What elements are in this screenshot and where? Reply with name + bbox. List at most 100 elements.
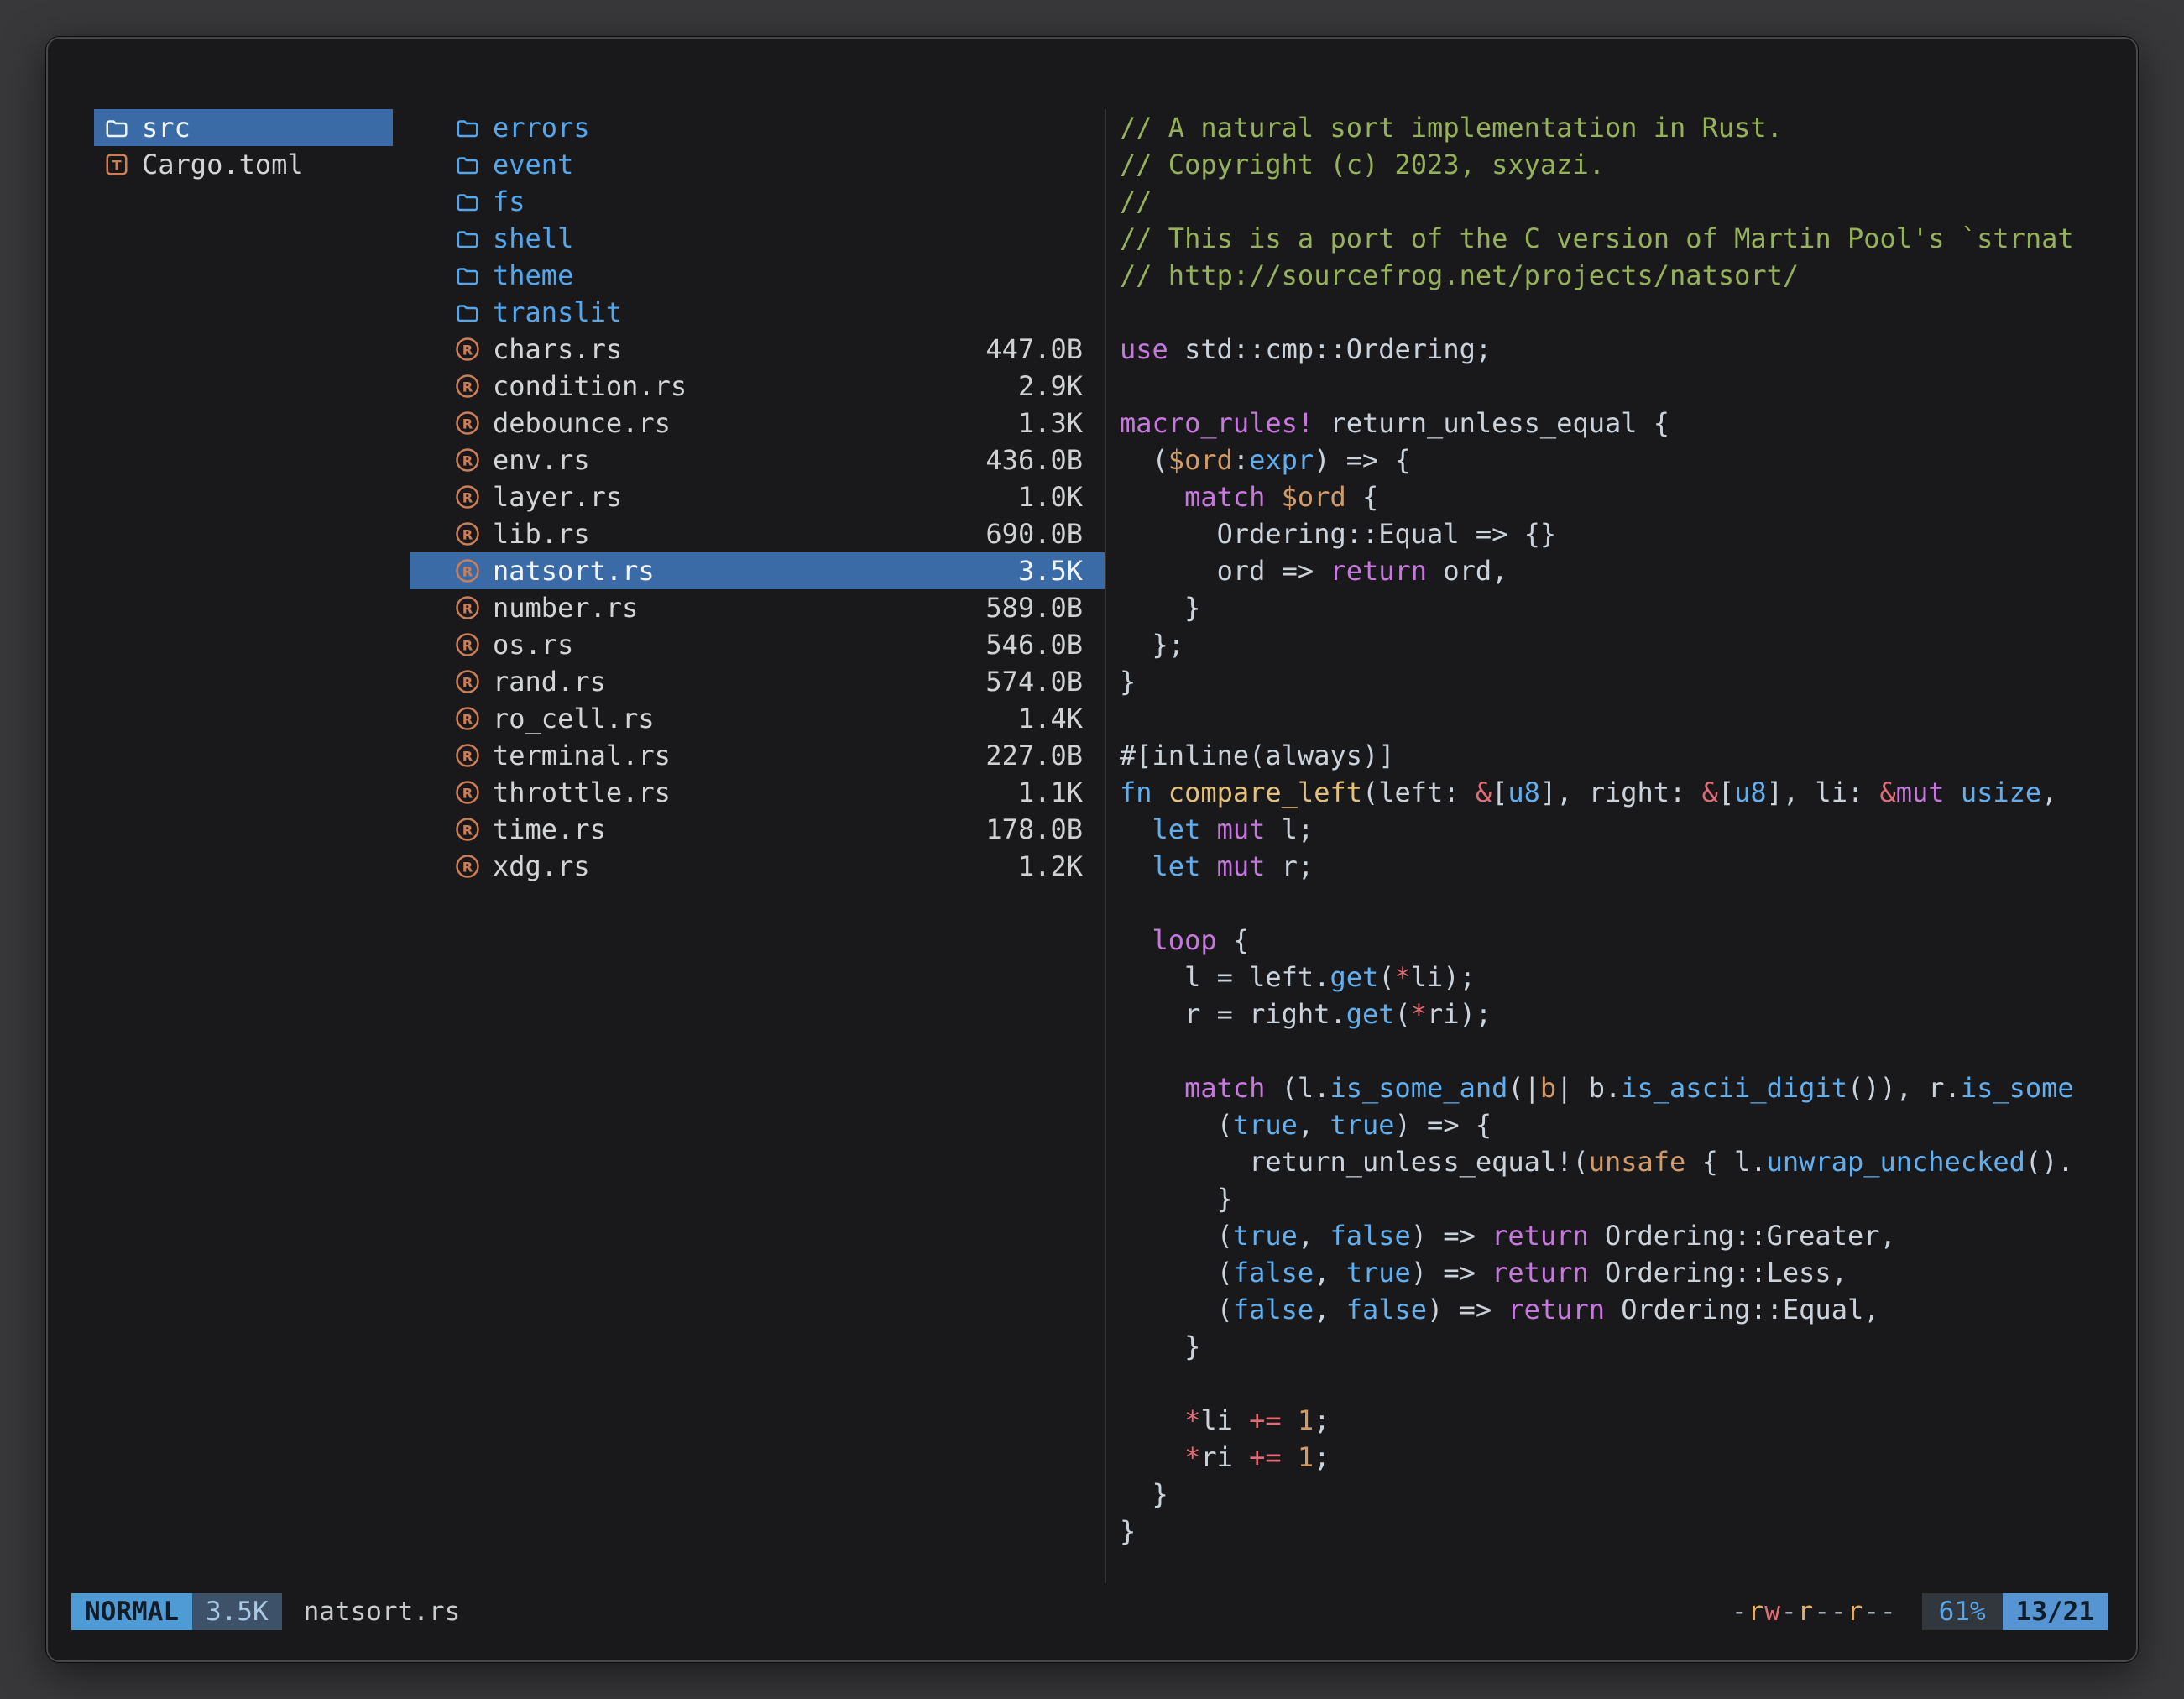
folder-icon	[455, 300, 480, 325]
svg-text:R: R	[462, 489, 473, 505]
entry-size: 436.0B	[985, 444, 1083, 476]
svg-text:R: R	[462, 785, 473, 801]
cursor-position: 13/21	[2003, 1593, 2108, 1630]
file-row[interactable]: TCargo.toml	[94, 146, 393, 183]
svg-text:R: R	[462, 379, 473, 395]
code-line: Ordering::Equal => {}	[1120, 515, 2108, 552]
code-line: // This is a port of the C version of Ma…	[1120, 220, 2108, 257]
entry-name: natsort.rs	[493, 555, 655, 587]
code-line	[1120, 700, 2108, 737]
rust-file-icon: R	[455, 669, 480, 694]
entry-name: ro_cell.rs	[493, 703, 655, 734]
rust-file-icon: R	[455, 337, 480, 362]
file-row[interactable]: Rrand.rs574.0B	[410, 663, 1105, 700]
rust-file-icon: R	[455, 817, 480, 842]
file-row[interactable]: Rnatsort.rs3.5K	[410, 552, 1105, 589]
rust-file-icon: R	[455, 410, 480, 436]
entry-size: 1.4K	[1018, 703, 1083, 734]
file-row[interactable]: Rtime.rs178.0B	[410, 811, 1105, 848]
code-line	[1120, 885, 2108, 922]
dir-row[interactable]: shell	[410, 220, 1105, 257]
code-line: // A natural sort implementation in Rust…	[1120, 109, 2108, 146]
dir-row[interactable]: event	[410, 146, 1105, 183]
entry-name: src	[142, 112, 191, 144]
dir-row[interactable]: errors	[410, 109, 1105, 146]
svg-text:R: R	[462, 637, 473, 653]
folder-icon	[455, 226, 480, 251]
entry-size: 447.0B	[985, 333, 1083, 365]
entry-size: 1.3K	[1018, 407, 1083, 439]
code-line: ($ord:expr) => {	[1120, 442, 2108, 478]
code-line: ord => return ord,	[1120, 552, 2108, 589]
rust-file-icon: R	[455, 484, 480, 510]
file-row[interactable]: Rlib.rs690.0B	[410, 515, 1105, 552]
code-line	[1120, 294, 2108, 331]
file-row[interactable]: Renv.rs 436.0B	[410, 442, 1105, 478]
code-line: // http://sourcefrog.net/projects/natsor…	[1120, 257, 2108, 294]
parent-directory-pane[interactable]: srcTCargo.toml	[94, 109, 393, 1583]
code-line: }	[1120, 663, 2108, 700]
svg-text:R: R	[462, 416, 473, 431]
entry-name: shell	[493, 222, 573, 254]
entry-name: condition.rs	[493, 370, 687, 402]
dir-row[interactable]: translit	[410, 294, 1105, 331]
code-line: (false, false) => return Ordering::Equal…	[1120, 1291, 2108, 1328]
code-line: return_unless_equal!(unsafe { l.unwrap_u…	[1120, 1143, 2108, 1180]
folder-icon	[455, 263, 480, 288]
entry-size: 2.9K	[1018, 370, 1083, 402]
current-directory-pane[interactable]: errorseventfsshellthemetranslitRchars.rs…	[410, 109, 1105, 1583]
rust-file-icon: R	[455, 743, 480, 768]
dir-row[interactable]: src	[94, 109, 393, 146]
code-line: use std::cmp::Ordering;	[1120, 331, 2108, 368]
file-preview-pane[interactable]: // A natural sort implementation in Rust…	[1105, 109, 2108, 1583]
rust-file-icon: R	[455, 447, 480, 473]
svg-text:R: R	[462, 342, 473, 358]
code-line: }	[1120, 1328, 2108, 1365]
entry-size: 546.0B	[985, 629, 1083, 661]
code-line: (false, true) => return Ordering::Less,	[1120, 1254, 2108, 1291]
toml-file-icon: T	[104, 152, 129, 177]
main-panes: srcTCargo.toml errorseventfs shellthemetr…	[48, 109, 2136, 1583]
dir-row[interactable]: fs	[410, 183, 1105, 220]
file-size-badge: 3.5K	[192, 1593, 282, 1630]
code-line: macro_rules! return_unless_equal {	[1120, 405, 2108, 442]
file-row[interactable]: Rchars.rs 447.0B	[410, 331, 1105, 368]
code-line: fn compare_left(left: &[u8], right: &[u8…	[1120, 774, 2108, 811]
svg-text:R: R	[462, 452, 473, 468]
folder-icon	[455, 189, 480, 214]
code-line: r = right.get(*ri);	[1120, 996, 2108, 1032]
entry-name: chars.rs	[493, 333, 622, 365]
file-row[interactable]: Rcondition.rs 2.9K	[410, 368, 1105, 405]
entry-size: 690.0B	[985, 518, 1083, 550]
entry-name: throttle.rs	[493, 776, 671, 808]
code-line: //	[1120, 183, 2108, 220]
code-line: // Copyright (c) 2023, sxyazi.	[1120, 146, 2108, 183]
code-line: }	[1120, 1513, 2108, 1550]
folder-icon	[455, 152, 480, 177]
file-row[interactable]: Rlayer.rs1.0K	[410, 478, 1105, 515]
dir-row[interactable]: theme	[410, 257, 1105, 294]
file-row[interactable]: Rdebounce.rs1.3K	[410, 405, 1105, 442]
file-row[interactable]: Rthrottle.rs 1.1K	[410, 774, 1105, 811]
code-line: (true, true) => {	[1120, 1106, 2108, 1143]
rust-file-icon: R	[455, 374, 480, 399]
entry-size: 574.0B	[985, 666, 1083, 698]
file-row[interactable]: Rnumber.rs589.0B	[410, 589, 1105, 626]
svg-text:R: R	[462, 822, 473, 838]
entry-size: 1.1K	[1018, 776, 1083, 808]
entry-name: time.rs	[493, 813, 606, 845]
file-row[interactable]: Rro_cell.rs1.4K	[410, 700, 1105, 737]
svg-text:R: R	[462, 859, 473, 875]
status-bar: NORMAL 3.5K natsort.rs -rw-r--r-- 61% 13…	[48, 1592, 2136, 1632]
rust-file-icon: R	[455, 632, 480, 657]
entry-name: lib.rs	[493, 518, 590, 550]
file-row[interactable]: Ros.rs 546.0B	[410, 626, 1105, 663]
entry-name: number.rs	[493, 592, 638, 624]
entry-name: fs	[493, 186, 525, 217]
file-row[interactable]: Rterminal.rs227.0B	[410, 737, 1105, 774]
rust-file-icon: R	[455, 558, 480, 583]
entry-name: env.rs	[493, 444, 590, 476]
file-row[interactable]: Rxdg.rs1.2K	[410, 848, 1105, 885]
svg-text:R: R	[462, 674, 473, 690]
entry-name: os.rs	[493, 629, 573, 661]
